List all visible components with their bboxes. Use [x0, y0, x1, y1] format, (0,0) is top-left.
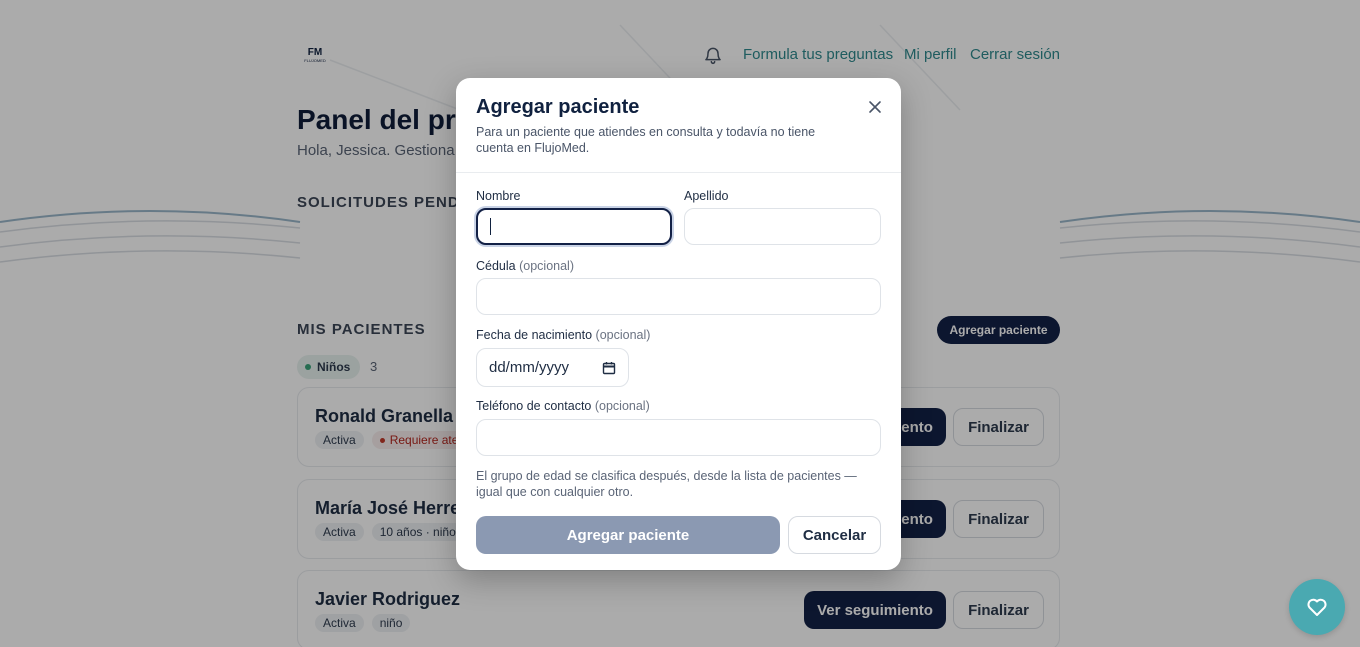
add-patient-modal: Agregar paciente Para un paciente que at…	[456, 78, 901, 570]
telefono-input[interactable]	[476, 419, 881, 456]
close-icon	[869, 101, 881, 113]
heart-icon	[1307, 598, 1327, 616]
modal-divider	[456, 172, 901, 173]
close-button[interactable]	[864, 96, 886, 118]
date-placeholder: dd/mm/yyyy	[489, 359, 570, 376]
modal-title: Agregar paciente	[476, 96, 640, 118]
cancel-button[interactable]: Cancelar	[788, 516, 881, 554]
nombre-label: Nombre	[476, 189, 521, 203]
calendar-icon[interactable]	[602, 361, 616, 375]
optional-hint: (opcional)	[595, 328, 651, 342]
favorites-fab[interactable]	[1289, 579, 1345, 635]
telefono-label: Teléfono de contacto (opcional)	[476, 399, 650, 413]
cedula-input[interactable]	[476, 278, 881, 315]
optional-hint: (opcional)	[519, 259, 574, 273]
birthdate-input[interactable]: dd/mm/yyyy	[476, 348, 629, 387]
text-caret	[490, 218, 491, 235]
apellido-input[interactable]	[684, 208, 881, 245]
submit-add-patient-button[interactable]: Agregar paciente	[476, 516, 780, 554]
age-group-note: El grupo de edad se clasifica después, d…	[476, 469, 857, 499]
cedula-label: Cédula (opcional)	[476, 259, 574, 273]
fecha-label: Fecha de nacimiento (opcional)	[476, 328, 651, 342]
optional-hint: (opcional)	[594, 399, 650, 413]
modal-description: Para un paciente que atiendes en consult…	[476, 125, 816, 155]
nombre-input[interactable]	[476, 208, 672, 245]
apellido-label: Apellido	[684, 189, 729, 203]
